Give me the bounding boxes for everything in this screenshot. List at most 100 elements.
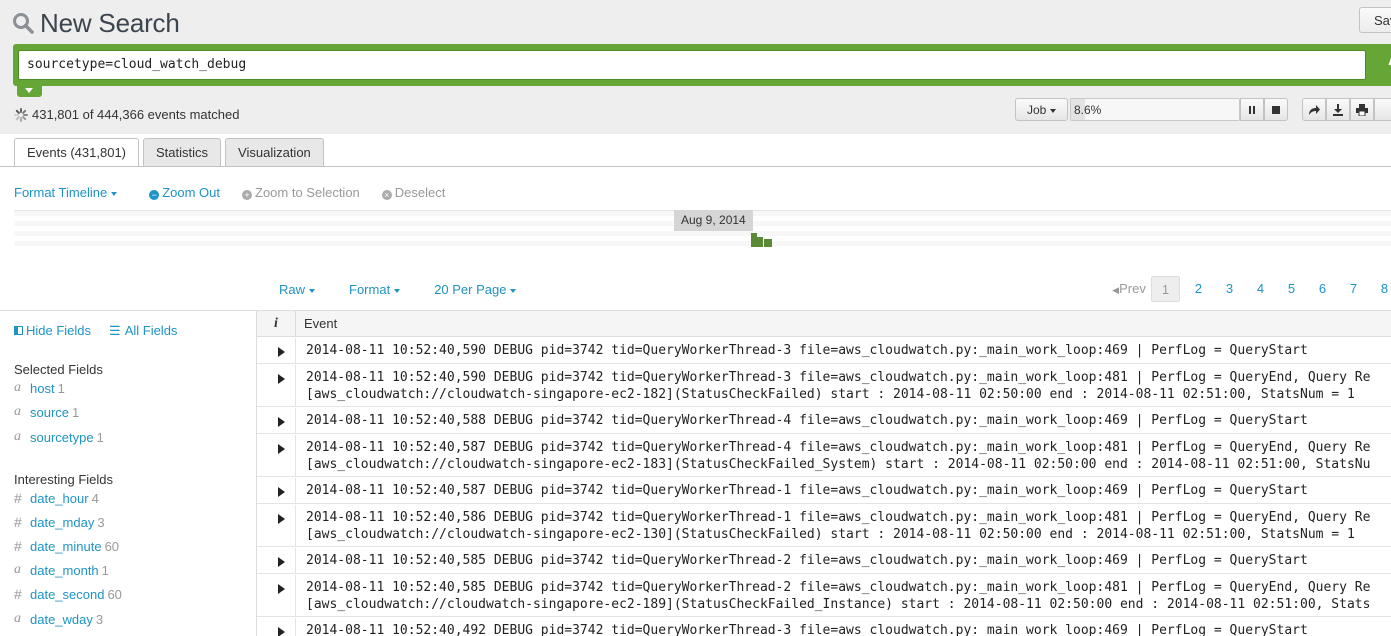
expand-row-button[interactable] bbox=[257, 505, 296, 546]
page-7[interactable]: 7 bbox=[1338, 276, 1369, 302]
field-count: 1 bbox=[57, 380, 65, 396]
field-name: host bbox=[30, 380, 55, 396]
prev-label: Prev bbox=[1119, 281, 1146, 296]
share-button[interactable] bbox=[1302, 98, 1326, 121]
page-3[interactable]: 3 bbox=[1214, 276, 1245, 302]
event-line: 2014-08-11 10:52:40,590 DEBUG pid=3742 t… bbox=[306, 343, 1308, 358]
histogram-bar[interactable] bbox=[757, 237, 763, 247]
page-8[interactable]: 8 bbox=[1369, 276, 1391, 302]
field-name: source bbox=[30, 404, 70, 420]
caret-down-icon bbox=[510, 288, 517, 293]
event-text: 2014-08-11 10:52:40,587 DEBUG pid=3742 t… bbox=[306, 439, 1370, 473]
search-input[interactable]: sourcetype=cloud_watch_debug bbox=[18, 50, 1366, 80]
job-label: Job bbox=[1027, 103, 1047, 117]
event-line: 2014-08-11 10:52:40,590 DEBUG pid=3742 t… bbox=[306, 370, 1371, 385]
field-count: 4 bbox=[91, 490, 99, 506]
page-4[interactable]: 4 bbox=[1245, 276, 1276, 302]
prev-page-button[interactable]: ◀Prev bbox=[1107, 276, 1151, 302]
save-as-button[interactable]: Sav bbox=[1359, 7, 1391, 33]
string-type-icon: a bbox=[14, 404, 21, 419]
pagination: ◀Prev 1 2 3 4 5 6 7 8 bbox=[1107, 276, 1391, 302]
field-date-mday[interactable]: # date_mday 3 bbox=[14, 514, 105, 530]
event-line: 2014-08-11 10:52:40,492 DEBUG pid=3742 t… bbox=[306, 623, 1308, 636]
zoom-to-selection-button[interactable]: + Zoom to Selection bbox=[242, 185, 360, 200]
page-2[interactable]: 2 bbox=[1183, 276, 1214, 302]
format-timeline-menu[interactable]: Format Timeline bbox=[14, 185, 118, 200]
tab-statistics[interactable]: Statistics bbox=[143, 138, 222, 166]
event-text: 2014-08-11 10:52:40,587 DEBUG pid=3742 t… bbox=[306, 482, 1308, 499]
per-page-label: 20 Per Page bbox=[434, 282, 507, 297]
zoom-to-selection-label: Zoom to Selection bbox=[255, 185, 360, 200]
hide-fields-label: Hide Fields bbox=[26, 323, 92, 338]
zoom-out-button[interactable]: − Zoom Out bbox=[149, 185, 220, 200]
event-text: 2014-08-11 10:52:40,585 DEBUG pid=3742 t… bbox=[306, 579, 1370, 613]
all-fields-button[interactable]: ☰ All Fields bbox=[109, 323, 177, 339]
event-line: 2014-08-11 10:52:40,588 DEBUG pid=3742 t… bbox=[306, 413, 1308, 428]
results-tabs: Events (431,801) Statistics Visualizatio… bbox=[14, 138, 328, 167]
pause-button[interactable] bbox=[1240, 98, 1264, 121]
event-row: 2014-08-11 10:52:40,586 DEBUG pid=3742 t… bbox=[257, 505, 1391, 547]
format-menu[interactable]: Format bbox=[349, 282, 401, 297]
deselect-button[interactable]: × Deselect bbox=[381, 185, 445, 200]
expand-row-button[interactable] bbox=[257, 478, 296, 503]
field-date-hour[interactable]: # date_hour 4 bbox=[14, 490, 99, 506]
field-host[interactable]: a host 1 bbox=[14, 380, 65, 396]
progress-text: 8.6% bbox=[1074, 103, 1102, 117]
event-column-header[interactable]: Event bbox=[304, 316, 337, 331]
export-button[interactable] bbox=[1326, 98, 1350, 121]
more-button[interactable] bbox=[1374, 98, 1391, 121]
event-row: 2014-08-11 10:52:40,590 DEBUG pid=3742 t… bbox=[257, 338, 1391, 364]
number-type-icon: # bbox=[14, 490, 22, 506]
page-title: New Search bbox=[40, 7, 180, 38]
string-type-icon: a bbox=[14, 611, 21, 626]
job-menu-button[interactable]: Job bbox=[1015, 98, 1068, 121]
event-text: 2014-08-11 10:52:40,492 DEBUG pid=3742 t… bbox=[306, 622, 1308, 636]
field-date-second[interactable]: # date_second 60 bbox=[14, 586, 122, 602]
expand-row-button[interactable] bbox=[257, 435, 296, 476]
tab-events[interactable]: Events (431,801) bbox=[14, 138, 140, 167]
field-date-wday[interactable]: a date_wday 3 bbox=[14, 611, 103, 627]
results-controls: Raw Format 20 Per Page bbox=[279, 282, 550, 297]
pause-icon bbox=[1249, 105, 1255, 114]
event-line: 2014-08-11 10:52:40,585 DEBUG pid=3742 t… bbox=[306, 553, 1308, 568]
per-page-menu[interactable]: 20 Per Page bbox=[434, 282, 517, 297]
title-row: New Search bbox=[12, 6, 180, 40]
number-type-icon: # bbox=[14, 514, 22, 530]
event-text: 2014-08-11 10:52:40,588 DEBUG pid=3742 t… bbox=[306, 412, 1308, 429]
format-label: Format bbox=[349, 282, 391, 297]
field-source[interactable]: a source 1 bbox=[14, 404, 79, 420]
print-button[interactable] bbox=[1350, 98, 1374, 121]
field-name: date_minute bbox=[30, 538, 102, 554]
histogram-bar[interactable] bbox=[764, 239, 772, 247]
expand-row-button[interactable] bbox=[257, 338, 296, 363]
caret-down-icon bbox=[394, 288, 401, 293]
tab-visualization[interactable]: Visualization bbox=[225, 138, 324, 166]
event-line: 2014-08-11 10:52:40,585 DEBUG pid=3742 t… bbox=[306, 580, 1371, 595]
event-line: [aws_cloudwatch://cloudwatch-singapore-e… bbox=[306, 597, 1371, 612]
page-5[interactable]: 5 bbox=[1276, 276, 1307, 302]
event-text: 2014-08-11 10:52:40,590 DEBUG pid=3742 t… bbox=[306, 342, 1308, 359]
page-1[interactable]: 1 bbox=[1151, 276, 1180, 302]
plus-circle-icon: + bbox=[242, 190, 252, 200]
format-timeline-label: Format Timeline bbox=[14, 185, 108, 200]
events-matched-text: 431,801 of 444,366 events matched bbox=[32, 107, 240, 122]
search-assistant-toggle[interactable] bbox=[17, 84, 42, 97]
field-date-month[interactable]: a date_month 1 bbox=[14, 562, 109, 578]
caret-down-icon bbox=[309, 288, 316, 293]
expand-row-button[interactable] bbox=[257, 365, 296, 406]
event-row: 2014-08-11 10:52:40,590 DEBUG pid=3742 t… bbox=[257, 365, 1391, 407]
expand-row-button[interactable] bbox=[257, 618, 296, 636]
hide-fields-button[interactable]: Hide Fields bbox=[14, 323, 91, 339]
share-icon bbox=[1309, 104, 1320, 115]
expand-row-button[interactable] bbox=[257, 408, 296, 433]
expand-row-button[interactable] bbox=[257, 548, 296, 573]
expand-row-button[interactable] bbox=[257, 575, 296, 616]
event-row: 2014-08-11 10:52:40,587 DEBUG pid=3742 t… bbox=[257, 435, 1391, 477]
minus-circle-icon: − bbox=[149, 190, 160, 200]
field-sourcetype[interactable]: a sourcetype 1 bbox=[14, 429, 104, 445]
event-line: 2014-08-11 10:52:40,587 DEBUG pid=3742 t… bbox=[306, 483, 1308, 498]
stop-button[interactable] bbox=[1264, 98, 1288, 121]
raw-view-menu[interactable]: Raw bbox=[279, 282, 316, 297]
field-date-minute[interactable]: # date_minute 60 bbox=[14, 538, 119, 554]
page-6[interactable]: 6 bbox=[1307, 276, 1338, 302]
